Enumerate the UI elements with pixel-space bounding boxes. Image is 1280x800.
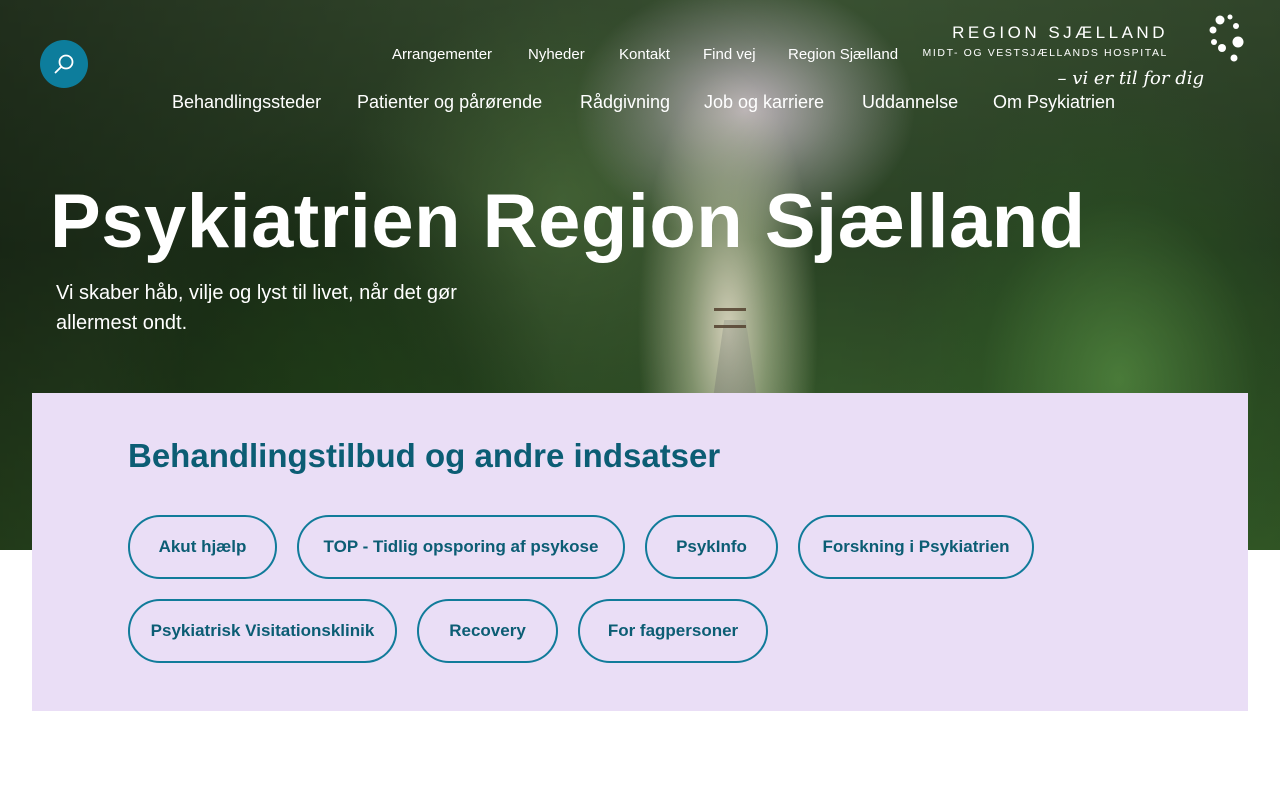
services-panel: Behandlingstilbud og andre indsatser Aku… [32,393,1248,711]
search-icon [54,54,74,74]
main-nav-behandlingssteder[interactable]: Behandlingssteder [172,92,321,113]
chip-forskning[interactable]: Forskning i Psykiatrien [798,515,1034,579]
logo-wordmark: REGION SJÆLLAND [952,23,1168,42]
top-nav-find-vej[interactable]: Find vej [703,46,756,63]
hero-lead: Vi skaber håb, vilje og lyst til livet, … [56,282,457,334]
main-nav-raadgivning[interactable]: Rådgivning [580,92,670,113]
page-title: Psykiatrien Region Sjælland [50,179,1086,264]
chip-psykinfo[interactable]: PsykInfo [645,515,778,579]
chip-top-psykose[interactable]: TOP - Tidlig opsporing af psykose [297,515,625,579]
top-nav-region-sjaelland[interactable]: Region Sjælland [788,46,898,63]
search-button[interactable] [40,40,88,88]
chip-akut-hjaelp[interactable]: Akut hjælp [128,515,277,579]
chip-for-fagpersoner[interactable]: For fagpersoner [578,599,768,663]
logo-subtitle: MIDT- OG VESTSJÆLLANDS HOSPITAL [922,47,1168,59]
logo-dots-icon [1209,14,1244,62]
chip-visitationsklinik[interactable]: Psykiatrisk Visitationsklinik [128,599,397,663]
top-nav-kontakt[interactable]: Kontakt [619,46,670,63]
top-nav-arrangementer[interactable]: Arrangementer [392,46,492,63]
main-nav-job[interactable]: Job og karriere [704,92,824,113]
region-logo[interactable]: REGION SJÆLLAND MIDT- OG VESTSJÆLLANDS H… [910,12,1250,104]
main-nav-patienter[interactable]: Patienter og pårørende [357,92,542,113]
chip-recovery[interactable]: Recovery [417,599,558,663]
top-nav-nyheder[interactable]: Nyheder [528,46,585,63]
services-panel-title: Behandlingstilbud og andre indsatser [128,437,721,474]
logo-tagline: – vi er til for dig [1057,68,1204,89]
